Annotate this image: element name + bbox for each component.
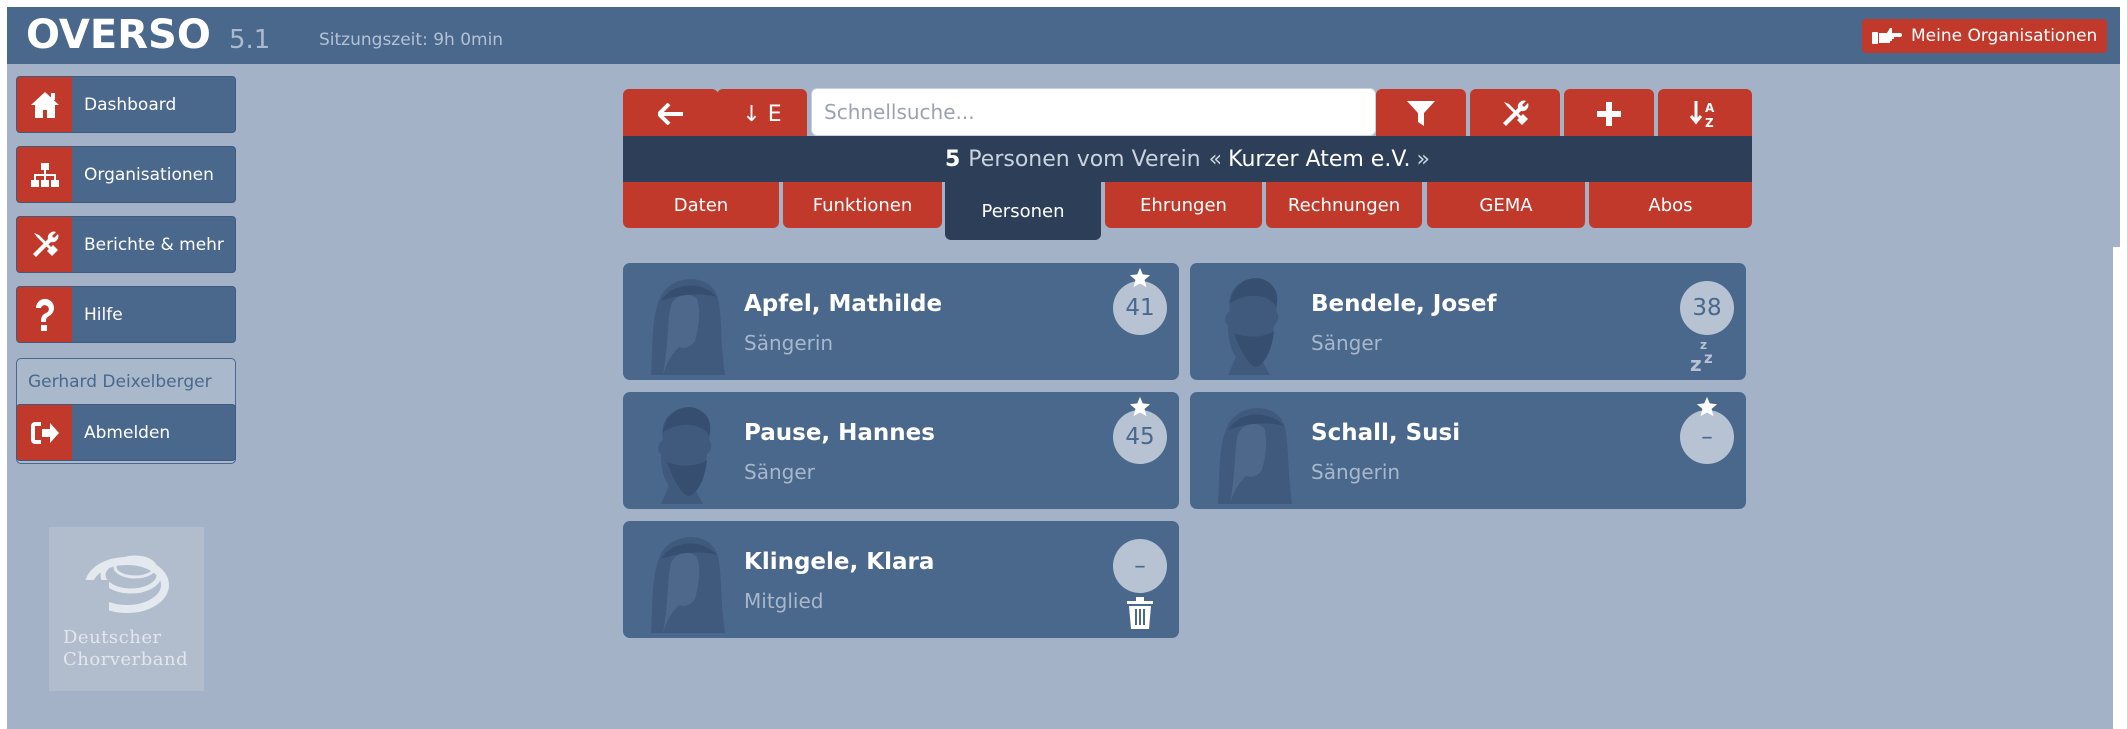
sidebar-item-label: Dashboard (84, 94, 177, 115)
back-button[interactable] (623, 89, 718, 139)
person-name: Pause, Hannes (744, 420, 935, 446)
title-text: Personen vom Verein (968, 146, 1201, 172)
person-role: Sänger (744, 460, 815, 484)
sidebar-item-label: Organisationen (84, 164, 214, 185)
tools-icon (1503, 100, 1529, 126)
partner-logo: Deutscher Chorverband (49, 527, 204, 691)
tab-personen[interactable]: Personen (945, 182, 1101, 240)
tab-funktionen[interactable]: Funktionen (783, 182, 942, 228)
logout-button[interactable]: Abmelden (16, 404, 236, 461)
person-card[interactable]: Klingele, Klara Mitglied – (623, 521, 1179, 638)
app-version: 5.1 (229, 25, 271, 55)
svg-text:Z: Z (1705, 116, 1714, 129)
star-icon (1129, 267, 1151, 288)
org-chart-icon (17, 147, 72, 202)
sidebar-item-label: Berichte & mehr (84, 234, 224, 255)
home-icon (17, 77, 72, 132)
sign-out-icon (17, 405, 72, 460)
sidebar-item-reports[interactable]: Berichte & mehr (16, 216, 236, 273)
arrow-left-icon (657, 103, 683, 125)
female-avatar-icon (1218, 408, 1292, 504)
person-card[interactable]: Pause, Hannes Sänger 45 (623, 392, 1179, 509)
star-icon (1696, 396, 1718, 417)
partner-logo-line1: Deutscher (63, 627, 162, 648)
star-icon (1129, 396, 1151, 417)
person-role: Sänger (1311, 331, 1382, 355)
quote-open: « (1208, 146, 1223, 172)
partner-logo-line2: Chorverband (63, 649, 189, 670)
person-count: 5 (944, 146, 961, 172)
person-name: Schall, Susi (1311, 420, 1461, 446)
person-name: Klingele, Klara (744, 549, 935, 575)
sidebar-item-help[interactable]: Hilfe (16, 286, 236, 343)
tab-rechnungen[interactable]: Rechnungen (1266, 182, 1422, 228)
tools-button[interactable] (1470, 89, 1560, 139)
sort-az-icon: AZ (1689, 101, 1715, 129)
plus-icon (1597, 102, 1621, 126)
svg-text:A: A (1705, 101, 1715, 115)
person-card[interactable]: Bendele, Josef Sänger 38 z z z (1190, 263, 1746, 380)
person-card[interactable]: Schall, Susi Sängerin – (1190, 392, 1746, 509)
tab-daten[interactable]: Daten (623, 182, 779, 228)
my-organisations-label: Meine Organisationen (1911, 26, 2098, 46)
sort-direction-button[interactable]: ↓ E (717, 89, 807, 139)
trash-icon[interactable] (1127, 597, 1153, 629)
sort-az-button[interactable]: AZ (1658, 89, 1752, 139)
question-icon (17, 287, 72, 342)
filter-icon (1407, 101, 1435, 126)
person-role: Mitglied (744, 589, 824, 613)
chorverband-logo-icon (79, 555, 169, 615)
logout-label: Abmelden (84, 422, 171, 443)
person-role: Sängerin (744, 331, 834, 355)
sleep-icon: z z z (1690, 338, 1713, 375)
tab-abos[interactable]: Abos (1589, 182, 1752, 228)
club-name[interactable]: Kurzer Atem e.V. (1228, 147, 1410, 172)
svg-text:z: z (1700, 338, 1707, 352)
search-input[interactable] (811, 88, 1376, 136)
male-avatar-icon (658, 407, 712, 504)
user-name: Gerhard Deixelberger (28, 372, 212, 392)
app-window: OVERSO 5.1 Sitzungszeit: 9h 0min Meine O… (7, 7, 2120, 729)
page-title: 5 Personen vom Verein « Kurzer Atem e.V.… (623, 136, 1752, 182)
scrollbar[interactable] (2113, 247, 2120, 729)
add-button[interactable] (1564, 89, 1654, 139)
female-avatar-icon (651, 537, 725, 633)
tools-icon (17, 217, 72, 272)
male-avatar-icon (1225, 278, 1279, 375)
person-name: Apfel, Mathilde (744, 291, 943, 317)
pointing-hand-icon (1872, 28, 1902, 44)
person-number-badge: 38 (1680, 281, 1734, 335)
female-avatar-icon (651, 279, 725, 375)
person-number-badge: – (1680, 410, 1734, 464)
person-number-badge: – (1113, 539, 1167, 593)
user-panel: Gerhard Deixelberger Abmelden (16, 358, 236, 464)
sidebar-item-label: Hilfe (84, 304, 123, 325)
person-number-badge: 41 (1113, 281, 1167, 335)
person-role: Sängerin (1311, 460, 1401, 484)
sidebar-item-organisations[interactable]: Organisationen (16, 146, 236, 203)
person-name: Bendele, Josef (1311, 291, 1497, 317)
top-bar: OVERSO 5.1 Sitzungszeit: 9h 0min Meine O… (7, 7, 2120, 64)
quote-close: » (1416, 146, 1431, 172)
session-time: Sitzungszeit: 9h 0min (319, 30, 504, 50)
person-card[interactable]: Apfel, Mathilde Sängerin 41 (623, 263, 1179, 380)
svg-text:z: z (1690, 352, 1702, 375)
tab-ehrungen[interactable]: Ehrungen (1105, 182, 1262, 228)
sidebar-item-dashboard[interactable]: Dashboard (16, 76, 236, 133)
person-number-badge: 45 (1113, 410, 1167, 464)
filter-button[interactable] (1376, 89, 1466, 139)
my-organisations-button[interactable]: Meine Organisationen (1862, 19, 2107, 53)
app-logo[interactable]: OVERSO (26, 12, 211, 58)
tab-gema[interactable]: GEMA (1427, 182, 1585, 228)
